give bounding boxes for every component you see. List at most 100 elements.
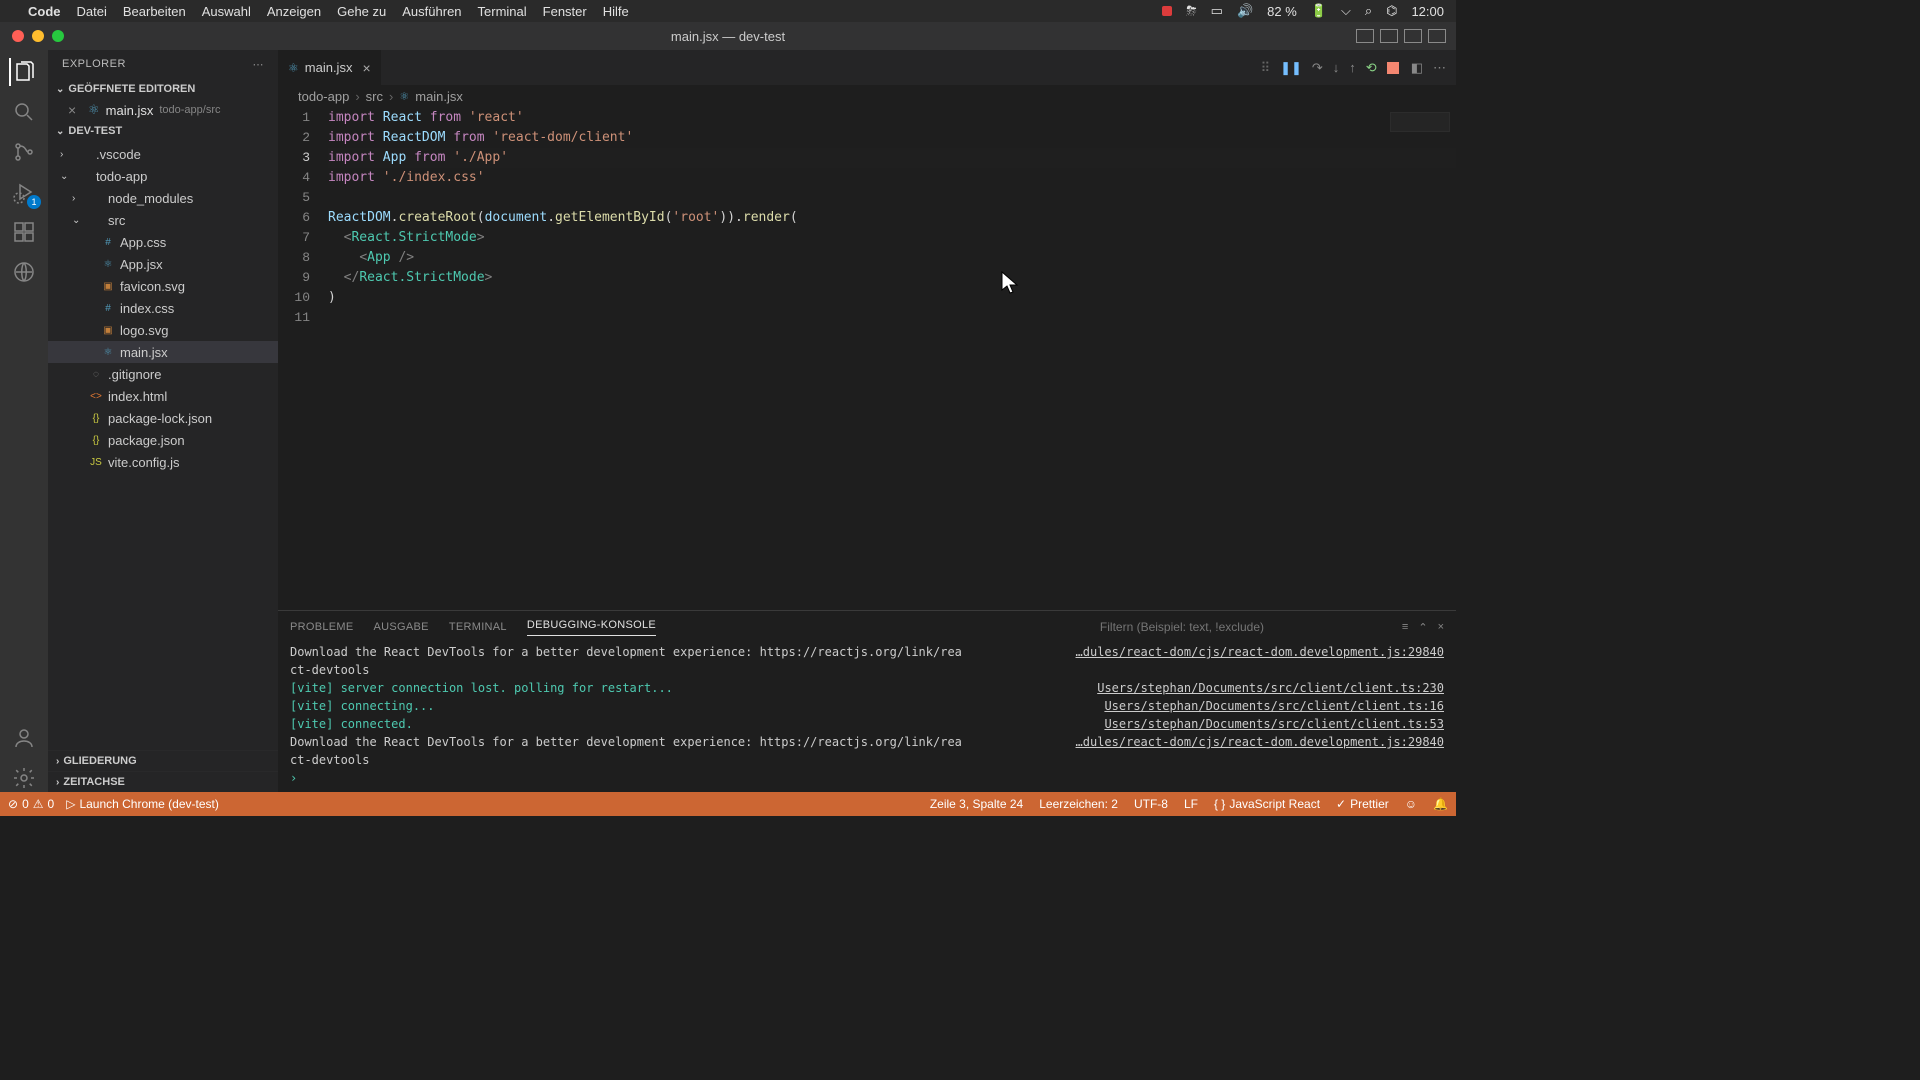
- tree-row[interactable]: {}package-lock.json: [48, 407, 278, 429]
- close-window-icon[interactable]: [12, 30, 24, 42]
- clock[interactable]: 12:00: [1411, 4, 1444, 19]
- menu-bearbeiten[interactable]: Bearbeiten: [123, 4, 186, 19]
- open-editor-item[interactable]: × ⚛ main.jsx todo-app/src: [48, 99, 278, 121]
- app-name[interactable]: Code: [28, 4, 61, 19]
- tree-row[interactable]: ⌄src: [48, 209, 278, 231]
- menu-fenster[interactable]: Fenster: [543, 4, 587, 19]
- debug-console-body[interactable]: Download the React DevTools for a better…: [278, 643, 1456, 792]
- status-eol[interactable]: LF: [1184, 797, 1198, 811]
- tree-row[interactable]: <>index.html: [48, 385, 278, 407]
- panel-tab-terminal[interactable]: TERMINAL: [449, 621, 507, 633]
- panel-tab-probleme[interactable]: PROBLEME: [290, 621, 354, 633]
- console-source-link[interactable]: Users/stephan/Documents/src/client/clien…: [1104, 697, 1444, 715]
- minimap[interactable]: [1390, 112, 1450, 132]
- display-icon[interactable]: ▭: [1211, 3, 1223, 19]
- restart-icon[interactable]: ⟲: [1366, 60, 1377, 76]
- status-feedback-icon[interactable]: ☺: [1405, 797, 1417, 811]
- tree-row[interactable]: ⚛main.jsx: [48, 341, 278, 363]
- extensions-icon[interactable]: [10, 218, 38, 246]
- status-encoding[interactable]: UTF-8: [1134, 797, 1168, 811]
- tree-row[interactable]: ›node_modules: [48, 187, 278, 209]
- outline-section[interactable]: › GLIEDERUNG: [48, 750, 278, 771]
- menu-datei[interactable]: Datei: [77, 4, 107, 19]
- sidebar-more-icon[interactable]: ⋯: [253, 58, 265, 71]
- panel-maximize-icon[interactable]: ⌃: [1418, 621, 1427, 634]
- menu-terminal[interactable]: Terminal: [478, 4, 527, 19]
- search-icon[interactable]: ⌕: [1365, 3, 1372, 19]
- code-lines[interactable]: import React from 'react'import ReactDOM…: [328, 108, 1456, 610]
- react-file-icon: ⚛: [399, 90, 409, 103]
- tree-row[interactable]: ⌄todo-app: [48, 165, 278, 187]
- filter-settings-icon[interactable]: ≡: [1402, 621, 1408, 634]
- breadcrumb[interactable]: todo-app › src › ⚛ main.jsx: [278, 85, 1456, 108]
- tree-row[interactable]: #App.css: [48, 231, 278, 253]
- console-prompt[interactable]: ›: [290, 769, 1444, 787]
- menu-hilfe[interactable]: Hilfe: [603, 4, 629, 19]
- menu-ausfuehren[interactable]: Ausführen: [402, 4, 461, 19]
- status-errors[interactable]: ⊘ 0 ⚠ 0: [8, 797, 54, 811]
- tree-row[interactable]: ›.vscode: [48, 143, 278, 165]
- explorer-icon[interactable]: [9, 58, 37, 86]
- tree-row[interactable]: ⚛App.jsx: [48, 253, 278, 275]
- breadcrumb-item[interactable]: todo-app: [298, 89, 349, 104]
- panel-tab-debug-console[interactable]: DEBUGGING-KONSOLE: [527, 619, 656, 636]
- search-activity-icon[interactable]: [10, 98, 38, 126]
- timeline-section[interactable]: › ZEITACHSE: [48, 771, 278, 792]
- tree-row[interactable]: ▣favicon.svg: [48, 275, 278, 297]
- step-over-icon[interactable]: ↷: [1312, 60, 1323, 76]
- console-source-link[interactable]: …dules/react-dom/cjs/react-dom.developme…: [1076, 643, 1444, 679]
- step-out-icon[interactable]: ↑: [1349, 60, 1356, 75]
- open-editors-section[interactable]: ⌄ GEÖFFNETE EDITOREN: [48, 79, 278, 99]
- menu-auswahl[interactable]: Auswahl: [202, 4, 251, 19]
- tree-row[interactable]: JSvite.config.js: [48, 451, 278, 473]
- layout-panel-icon[interactable]: [1380, 29, 1398, 43]
- layout-customize-icon[interactable]: [1428, 29, 1446, 43]
- debug-icon[interactable]: 1: [10, 178, 38, 206]
- code-editor[interactable]: 1234567891011 import React from 'react'i…: [278, 108, 1456, 610]
- console-source-link[interactable]: Users/stephan/Documents/src/client/clien…: [1104, 715, 1444, 733]
- status-bell-icon[interactable]: 🔔: [1433, 797, 1448, 811]
- panel-close-icon[interactable]: ×: [1438, 621, 1444, 634]
- wifi-icon[interactable]: ⌵: [1341, 3, 1351, 19]
- volume-icon[interactable]: 🔊: [1237, 3, 1253, 19]
- maximize-window-icon[interactable]: [52, 30, 64, 42]
- settings-gear-icon[interactable]: [10, 764, 38, 792]
- battery-icon[interactable]: 🔋: [1311, 3, 1327, 19]
- tree-row[interactable]: ▣logo.svg: [48, 319, 278, 341]
- source-control-icon[interactable]: [10, 138, 38, 166]
- cloud-icon[interactable]: ⛈: [1186, 3, 1196, 19]
- layout-sidebar-left-icon[interactable]: [1356, 29, 1374, 43]
- panel-tab-ausgabe[interactable]: AUSGABE: [374, 621, 429, 633]
- project-section[interactable]: ⌄ DEV-TEST: [48, 121, 278, 141]
- breadcrumb-item[interactable]: src: [366, 89, 383, 104]
- close-tab-icon[interactable]: ×: [362, 60, 370, 76]
- step-into-icon[interactable]: ↓: [1333, 60, 1340, 75]
- console-source-link[interactable]: Users/stephan/Documents/src/client/clien…: [1097, 679, 1444, 697]
- status-language[interactable]: { } JavaScript React: [1214, 797, 1320, 811]
- pause-icon[interactable]: ❚❚: [1280, 60, 1302, 76]
- tree-row[interactable]: {}package.json: [48, 429, 278, 451]
- control-center-icon[interactable]: ⌬: [1386, 3, 1397, 19]
- layout-sidebar-right-icon[interactable]: [1404, 29, 1422, 43]
- status-position[interactable]: Zeile 3, Spalte 24: [930, 797, 1023, 811]
- status-launch[interactable]: ▷ Launch Chrome (dev-test): [66, 797, 219, 811]
- split-editor-icon[interactable]: ◧: [1411, 60, 1423, 76]
- account-icon[interactable]: [10, 724, 38, 752]
- status-prettier[interactable]: ✓ Prettier: [1336, 797, 1389, 811]
- tree-row[interactable]: #index.css: [48, 297, 278, 319]
- more-actions-icon[interactable]: ⋯: [1433, 60, 1446, 76]
- remote-icon[interactable]: [10, 258, 38, 286]
- menu-anzeigen[interactable]: Anzeigen: [267, 4, 321, 19]
- breadcrumb-item[interactable]: main.jsx: [415, 89, 463, 104]
- filter-input[interactable]: [1094, 618, 1374, 636]
- console-source-link[interactable]: …dules/react-dom/cjs/react-dom.developme…: [1076, 733, 1444, 769]
- status-spaces[interactable]: Leerzeichen: 2: [1039, 797, 1118, 811]
- editor-tab[interactable]: ⚛ main.jsx ×: [278, 50, 382, 85]
- minimize-window-icon[interactable]: [32, 30, 44, 42]
- tree-row[interactable]: ◌.gitignore: [48, 363, 278, 385]
- close-icon[interactable]: ×: [68, 102, 82, 118]
- stop-icon[interactable]: [1387, 62, 1399, 74]
- menu-gehezu[interactable]: Gehe zu: [337, 4, 386, 19]
- recording-icon[interactable]: [1162, 6, 1172, 16]
- drag-handle-icon[interactable]: ⠿: [1261, 60, 1271, 76]
